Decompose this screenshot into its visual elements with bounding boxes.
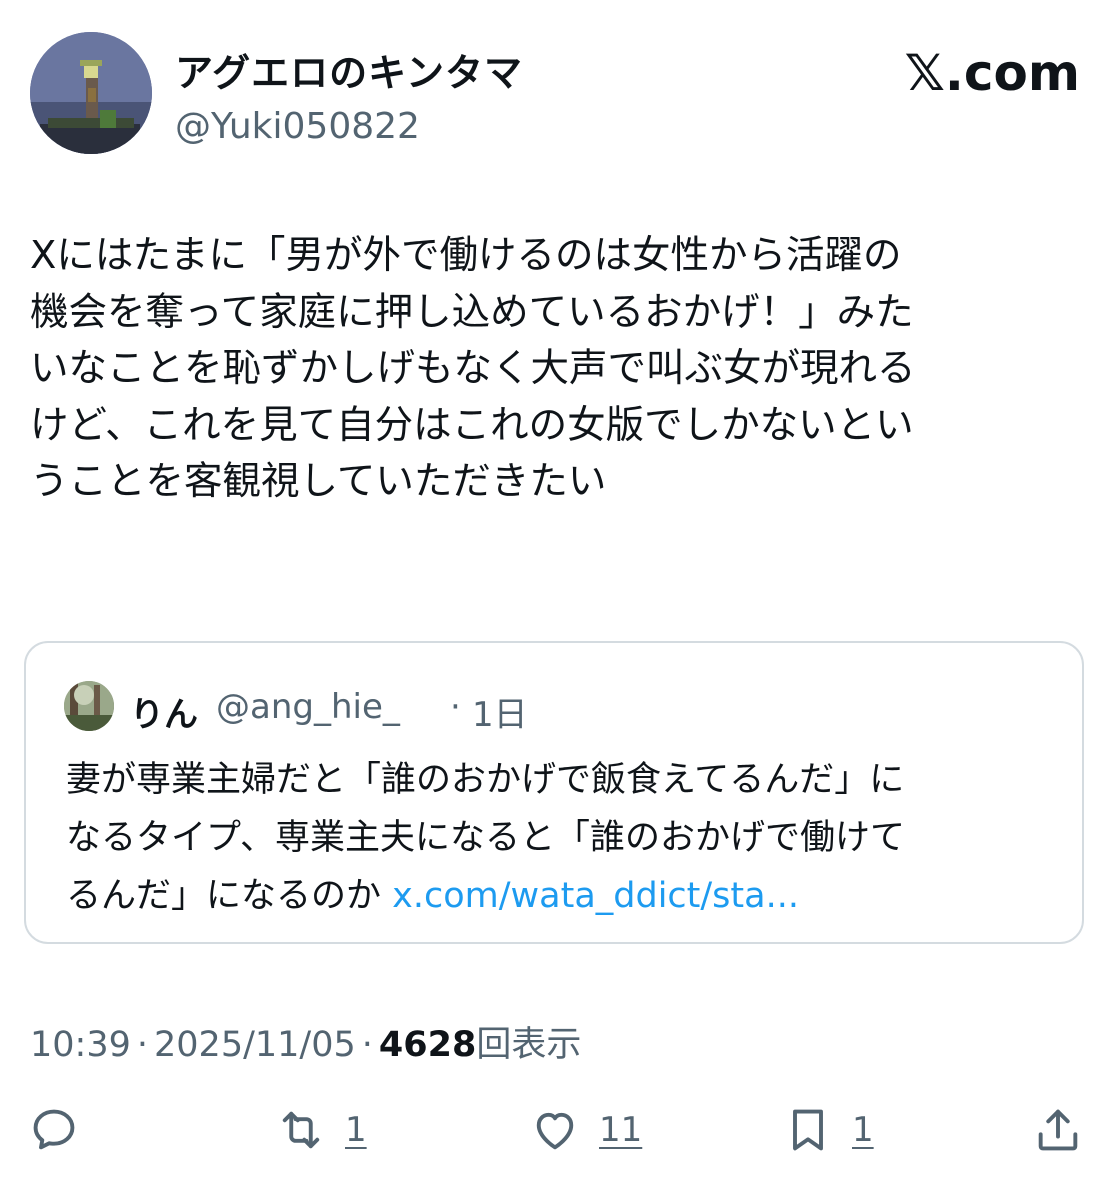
like-count: 11 (599, 1110, 643, 1150)
meta-separator: · (136, 1025, 149, 1065)
tweet-date[interactable]: 2025/11/05 (154, 1025, 356, 1065)
meta-separator: · (361, 1025, 373, 1065)
quoted-line: なるタイプ、専業主夫になると「誰のおかげで働けて (66, 818, 905, 858)
quoted-avatar-image (64, 681, 114, 731)
tweet-line: 機会を奪って家庭に押し込めているおかげ！」みた (30, 289, 914, 335)
bookmark-button[interactable]: 1 (782, 1100, 874, 1160)
quoted-author-handle[interactable]: @ang_hie_ (216, 687, 400, 727)
tweet-line: Xにはたまに「男が外で働けるのは女性から活躍の (30, 233, 902, 278)
quoted-tweet-card[interactable]: りん @ang_hie_ · 1日 妻が専業主婦だと「誰のおかげで飯食えてるんだ… (24, 641, 1084, 944)
repost-count: 1 (345, 1110, 367, 1150)
quoted-line: 妻が専業主婦だと「誰のおかげで飯食えてるんだ」に (66, 760, 905, 800)
author-display-name[interactable]: アグエロのキンタマ (175, 42, 523, 97)
views-count[interactable]: 4628 (379, 1025, 476, 1065)
tweet-body: Xにはたまに「男が外で働けるのは女性から活躍の 機会を奪って家庭に押し込めている… (30, 228, 1080, 511)
action-bar: 1 11 1 (0, 1100, 1111, 1170)
quoted-author-name[interactable]: りん (130, 687, 198, 736)
reply-icon (33, 1109, 75, 1150)
avatar-pixel-art (30, 32, 152, 154)
quoted-link[interactable]: x.com/wata_ddict/sta... (392, 876, 799, 916)
author-handle[interactable]: @Yuki050822 (175, 106, 420, 147)
quoted-timestamp: 1日 (472, 695, 528, 735)
quoted-line-text: るんだ」になるのか (66, 876, 393, 916)
tweet-line: けど、これを見て自分はこれの女版でしかないとい (30, 402, 914, 448)
quoted-author-avatar[interactable] (64, 681, 114, 731)
author-avatar[interactable] (30, 32, 152, 154)
tweet-header: アグエロのキンタマ @Yuki050822 𝕏.com (30, 32, 1080, 162)
repost-icon (282, 1111, 320, 1149)
tweet-meta: 10:39 · 2025/11/05 · 4628回表示 (30, 1016, 581, 1067)
heart-icon (536, 1112, 574, 1150)
quoted-line-last: るんだ」になるのか x.com/wata_ddict/sta... (66, 867, 1066, 925)
like-button[interactable]: 11 (529, 1100, 642, 1160)
tweet-line: うことを客観視していただきたい (30, 459, 607, 504)
tweet-line: いなことを恥ずかしげもなく大声で叫ぶ女が現れる (30, 346, 916, 391)
bookmark-count: 1 (852, 1110, 874, 1150)
bookmark-icon (793, 1109, 823, 1151)
quoted-separator-dot: · (450, 687, 461, 727)
quoted-tweet-body: 妻が専業主婦だと「誰のおかげで飯食えてるんだ」に なるタイプ、専業主夫になると「… (66, 751, 1066, 925)
share-icon (1038, 1109, 1078, 1151)
tweet-time[interactable]: 10:39 (30, 1025, 131, 1065)
share-button[interactable] (1032, 1100, 1084, 1160)
views-label: 回表示 (476, 1025, 582, 1065)
x-brand-logo: 𝕏.com (904, 44, 1080, 102)
repost-button[interactable]: 1 (275, 1100, 367, 1160)
reply-button[interactable] (28, 1100, 80, 1160)
